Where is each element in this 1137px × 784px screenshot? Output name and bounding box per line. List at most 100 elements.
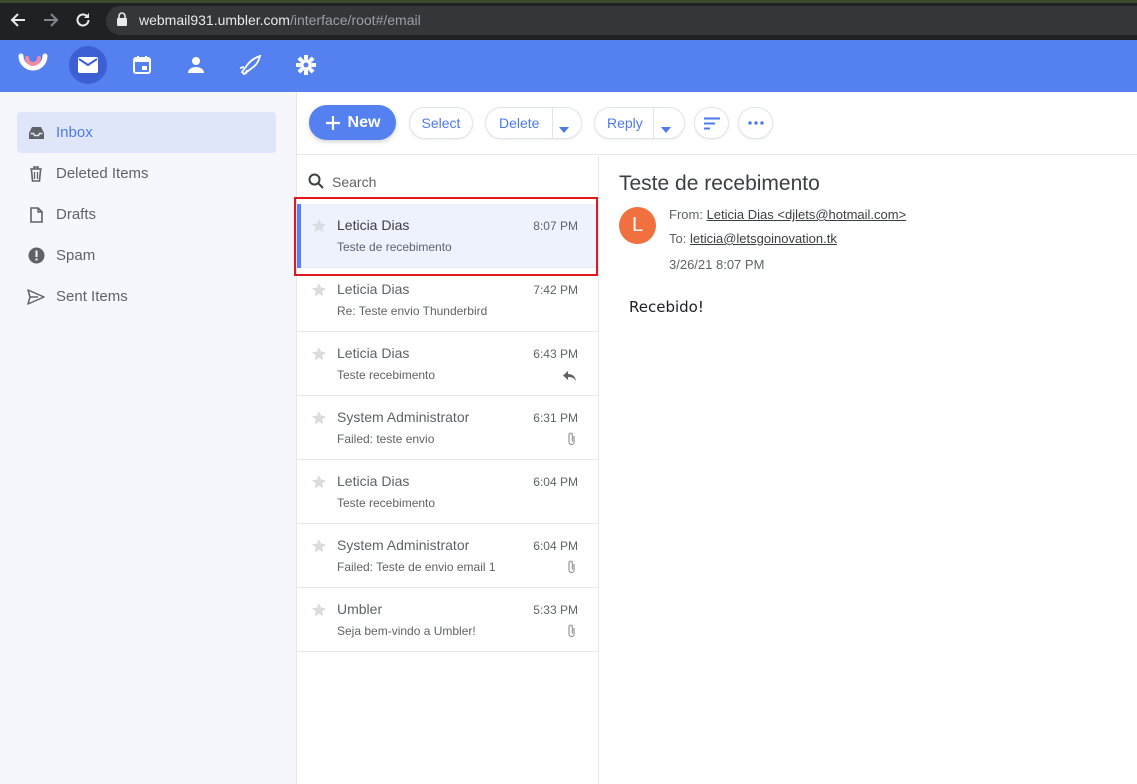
mail-icon[interactable] bbox=[69, 46, 107, 84]
star-icon[interactable] bbox=[311, 410, 327, 431]
settings-gear-icon[interactable] bbox=[287, 46, 325, 84]
browser-top-strip bbox=[0, 0, 1137, 3]
contacts-icon[interactable] bbox=[177, 46, 215, 84]
reload-icon[interactable] bbox=[72, 9, 94, 31]
new-button-label: New bbox=[347, 113, 381, 131]
forward-arrow-icon[interactable] bbox=[40, 9, 62, 31]
message-sender: Leticia Dias bbox=[337, 473, 410, 489]
url-path: /interface/root#/email bbox=[289, 12, 421, 28]
delete-button[interactable]: Delete bbox=[499, 115, 539, 131]
sidebar-item-drafts[interactable]: Drafts bbox=[17, 194, 276, 235]
sidebar-item-deleted[interactable]: Deleted Items bbox=[17, 153, 276, 194]
app-header bbox=[0, 40, 1137, 92]
star-icon[interactable] bbox=[311, 538, 327, 559]
message-subject: Seja bem-vindo a Umbler! bbox=[337, 624, 476, 638]
message-subject: Failed: Teste de envio email 1 bbox=[337, 560, 496, 574]
sidebar-item-label: Deleted Items bbox=[56, 165, 149, 182]
message-time: 7:42 PM bbox=[533, 283, 578, 297]
sidebar-item-label: Spam bbox=[56, 247, 96, 264]
select-button[interactable]: Select bbox=[409, 107, 473, 139]
message-body: Recebido! bbox=[629, 298, 704, 316]
message-toolbar: New Select Delete Reply bbox=[297, 92, 1137, 155]
sidebar-item-sent[interactable]: Sent Items bbox=[17, 276, 276, 317]
browser-chrome: webmail931.umbler.com/interface/root#/em… bbox=[0, 0, 1137, 40]
star-icon[interactable] bbox=[311, 474, 327, 495]
message-sender: Leticia Dias bbox=[337, 217, 410, 233]
from-line: From: Leticia Dias <djlets@hotmail.com> bbox=[669, 207, 906, 222]
send-icon bbox=[27, 288, 45, 306]
message-title: Teste de recebimento bbox=[619, 172, 820, 195]
message-row[interactable]: Leticia Dias 6:04 PM Teste recebimento bbox=[297, 460, 598, 524]
message-time: 8:07 PM bbox=[533, 219, 578, 233]
spam-icon bbox=[27, 247, 45, 265]
message-row[interactable]: System Administrator 6:04 PM Failed: Tes… bbox=[297, 524, 598, 588]
star-icon[interactable] bbox=[311, 282, 327, 303]
message-sender: Umbler bbox=[337, 601, 383, 617]
attachment-icon bbox=[567, 432, 576, 451]
star-icon[interactable] bbox=[311, 218, 327, 239]
split-divider bbox=[653, 108, 654, 138]
to-address-link[interactable]: leticia@letsgoinovation.tk bbox=[690, 231, 837, 246]
reply-dropdown-caret-icon[interactable] bbox=[661, 120, 671, 136]
message-sender: Leticia Dias bbox=[337, 345, 410, 361]
lock-icon bbox=[116, 12, 128, 31]
delete-dropdown-caret-icon[interactable] bbox=[559, 120, 569, 136]
from-label: From: bbox=[669, 207, 703, 222]
reply-button-group: Reply bbox=[594, 107, 685, 139]
trash-icon bbox=[27, 165, 45, 183]
message-time: 6:04 PM bbox=[533, 475, 578, 489]
message-subject: Re: Teste envio Thunderbird bbox=[337, 304, 488, 318]
to-line: To: leticia@letsgoinovation.tk bbox=[669, 231, 837, 246]
delete-button-group: Delete bbox=[485, 107, 582, 139]
rocket-icon[interactable] bbox=[231, 46, 269, 84]
message-time: 6:31 PM bbox=[533, 411, 578, 425]
sort-button[interactable] bbox=[694, 107, 729, 139]
more-dots-icon bbox=[747, 121, 764, 125]
draft-icon bbox=[27, 206, 45, 224]
message-row[interactable]: Leticia Dias 6:43 PM Teste recebimento bbox=[297, 332, 598, 396]
to-label: To: bbox=[669, 231, 687, 246]
back-arrow-icon[interactable] bbox=[7, 9, 29, 31]
sidebar-item-label: Sent Items bbox=[56, 288, 128, 305]
umbler-logo-icon[interactable] bbox=[14, 46, 52, 84]
message-sender: Leticia Dias bbox=[337, 281, 410, 297]
message-subject: Teste de recebimento bbox=[337, 240, 452, 254]
message-subject: Teste recebimento bbox=[337, 496, 436, 510]
star-icon[interactable] bbox=[311, 346, 327, 367]
message-time: 6:43 PM bbox=[533, 347, 578, 361]
sidebar-item-label: Inbox bbox=[56, 124, 93, 141]
reading-pane: Teste de recebimento L From: Leticia Dia… bbox=[599, 156, 1137, 784]
message-time: 5:33 PM bbox=[533, 603, 578, 617]
folder-sidebar: Inbox Deleted Items Drafts Spam Sent Ite… bbox=[0, 92, 297, 784]
plus-icon bbox=[325, 115, 340, 130]
message-sender: System Administrator bbox=[337, 537, 470, 553]
reply-button[interactable]: Reply bbox=[607, 115, 643, 131]
from-address-link[interactable]: Leticia Dias <djlets@hotmail.com> bbox=[707, 207, 907, 222]
star-icon[interactable] bbox=[311, 602, 327, 623]
new-message-button[interactable]: New bbox=[309, 105, 396, 140]
message-date: 3/26/21 8:07 PM bbox=[669, 257, 765, 272]
message-subject: Teste recebimento bbox=[337, 368, 436, 382]
message-row[interactable]: Umbler 5:33 PM Seja bem-vindo a Umbler! bbox=[297, 588, 598, 652]
message-row[interactable]: Leticia Dias 7:42 PM Re: Teste envio Thu… bbox=[297, 268, 598, 332]
sidebar-item-spam[interactable]: Spam bbox=[17, 235, 276, 276]
split-divider bbox=[552, 108, 553, 138]
calendar-icon[interactable] bbox=[123, 46, 161, 84]
sidebar-item-label: Drafts bbox=[56, 206, 97, 223]
message-row[interactable]: System Administrator 6:31 PM Failed: tes… bbox=[297, 396, 598, 460]
reply-icon bbox=[563, 368, 576, 386]
inbox-icon bbox=[27, 124, 45, 142]
more-options-button[interactable] bbox=[738, 107, 773, 139]
url-text[interactable]: webmail931.umbler.com/interface/root#/em… bbox=[139, 12, 421, 28]
message-sender: System Administrator bbox=[337, 409, 470, 425]
sidebar-item-inbox[interactable]: Inbox bbox=[17, 112, 276, 153]
attachment-icon bbox=[567, 560, 576, 579]
selected-indicator bbox=[297, 204, 301, 268]
sender-avatar: L bbox=[619, 207, 656, 244]
sort-lines-icon bbox=[703, 117, 720, 129]
search-box[interactable]: Search bbox=[297, 156, 598, 204]
select-button-label: Select bbox=[421, 115, 461, 131]
message-subject: Failed: teste envio bbox=[337, 432, 435, 446]
attachment-icon bbox=[567, 624, 576, 643]
message-row[interactable]: Leticia Dias 8:07 PM Teste de recebiment… bbox=[297, 204, 598, 268]
